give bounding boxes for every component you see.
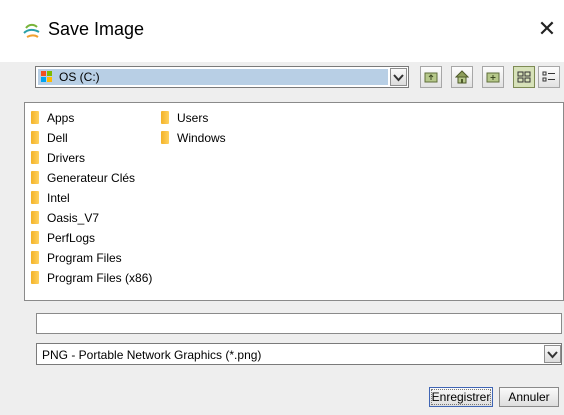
folder-icon [31,211,39,224]
list-item[interactable]: Intel [25,188,175,208]
title-bar[interactable]: Save Image ✕ [0,0,564,62]
list-item[interactable]: Windows [155,128,305,148]
list-item[interactable]: Program Files [25,248,175,268]
folder-icon [31,271,39,284]
file-name-input[interactable] [36,313,562,334]
folder-icon [31,251,39,264]
window-title: Save Image [48,19,145,39]
folder-icon [31,191,39,204]
details-view-button[interactable] [538,66,560,88]
list-item[interactable]: Drivers [25,148,175,168]
close-button[interactable]: ✕ [536,16,558,42]
details-view-icon [542,71,555,82]
folder-icon [31,151,39,164]
up-one-level-icon [424,72,438,83]
look-in-value: OS (C:) [59,70,100,84]
file-column-1: Apps Dell Drivers Generateur Clés Intel … [25,108,175,288]
look-in-combo[interactable]: OS (C:) [35,66,409,88]
app-logo-icon [23,23,40,38]
folder-icon [31,231,39,244]
cancel-button[interactable]: Annuler [499,387,559,407]
list-item[interactable]: Oasis_V7 [25,208,175,228]
list-view-button[interactable] [513,66,535,88]
folder-icon [31,111,39,124]
home-icon [455,70,469,84]
folder-icon [161,111,169,124]
list-item[interactable]: Program Files (x86) [25,268,175,288]
chevron-down-icon [393,74,404,82]
folder-icon [31,171,39,184]
folder-icon [161,131,169,144]
look-in-dropdown-button[interactable] [390,68,407,86]
new-folder-button[interactable] [482,66,504,88]
up-one-level-button[interactable] [420,66,442,88]
drive-icon [41,71,52,82]
file-column-2: Users Windows [155,108,305,148]
dialog-body: OS (C:) Apps Dell Drivers Generateur Clé… [0,62,564,415]
list-item[interactable]: Dell [25,128,175,148]
file-type-dropdown-button[interactable] [544,345,561,363]
list-view-icon [517,71,531,83]
close-icon: ✕ [537,16,557,41]
home-button[interactable] [451,66,473,88]
folder-icon [31,131,39,144]
new-folder-icon [486,72,500,83]
save-button[interactable]: Enregistrer [429,387,493,407]
list-item[interactable]: Users [155,108,305,128]
list-item[interactable]: Apps [25,108,175,128]
file-list[interactable]: Apps Dell Drivers Generateur Clés Intel … [24,102,564,301]
list-item[interactable]: PerfLogs [25,228,175,248]
list-item[interactable]: Generateur Clés [25,168,175,188]
chevron-down-icon [547,351,558,359]
file-type-combo[interactable]: PNG - Portable Network Graphics (*.png) [36,343,562,365]
file-type-value: PNG - Portable Network Graphics (*.png) [42,348,262,362]
